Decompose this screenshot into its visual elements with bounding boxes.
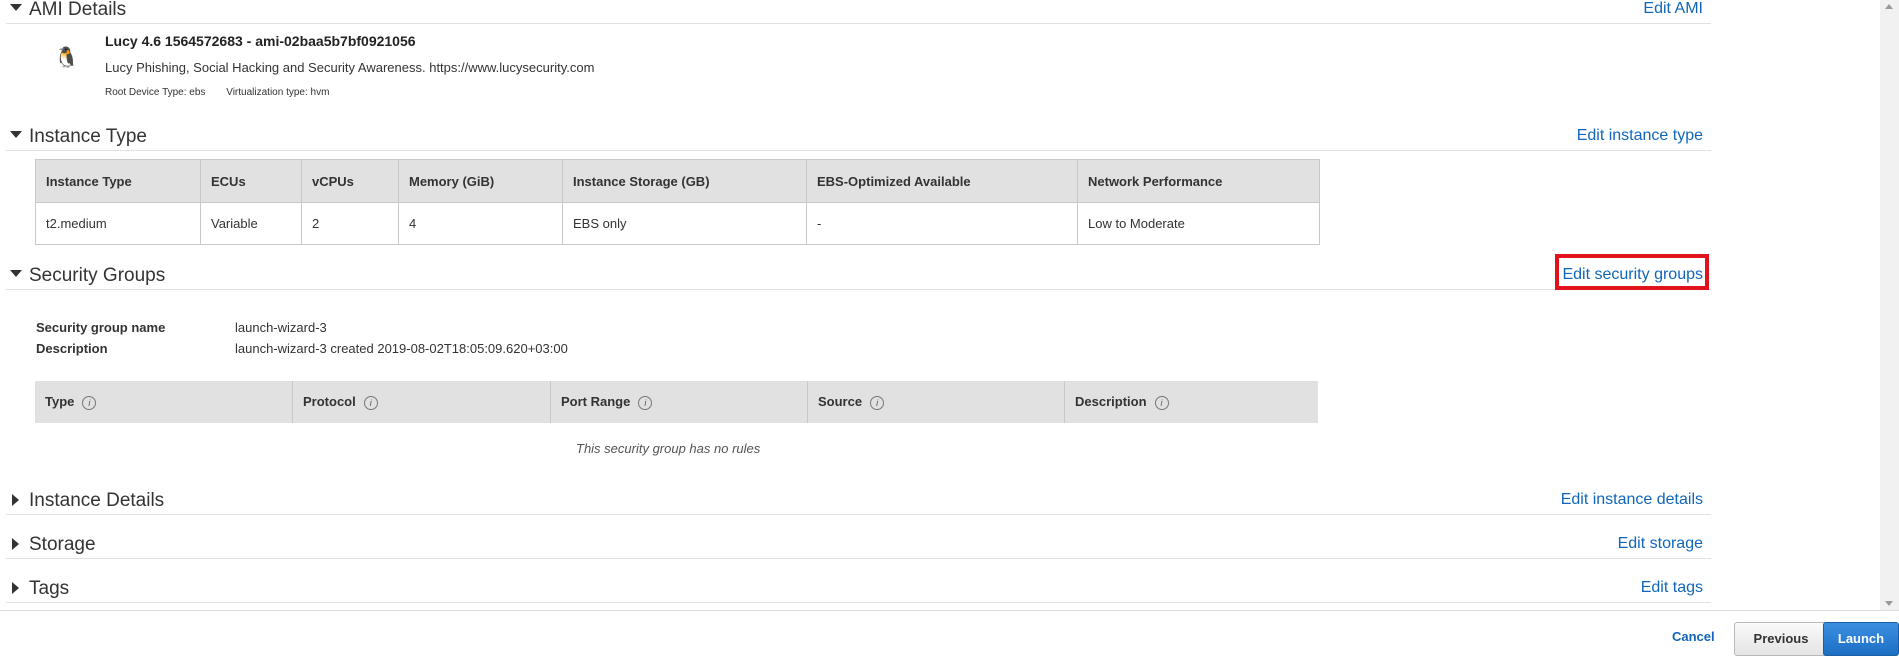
table-row: t2.medium Variable 2 4 EBS only - Low to… (35, 202, 1320, 245)
expand-triangle-icon[interactable] (12, 538, 19, 550)
column-header-description: Description i (1064, 381, 1318, 423)
section-storage: Storage Edit storage (6, 532, 1711, 559)
highlight-box (1555, 254, 1709, 290)
info-icon[interactable]: i (638, 396, 653, 410)
virtualization-type: Virtualization type: hvm (226, 87, 330, 98)
section-title: Instance Type (29, 126, 147, 147)
ami-name: Lucy 4.6 1564572683 - ami-02baa5b7bf0921… (105, 33, 416, 49)
edit-ami-link[interactable]: Edit AMI (1643, 0, 1703, 18)
instance-type-table: Instance Type ECUs vCPUs Memory (GiB) In… (35, 159, 1320, 245)
section-title: Storage (29, 534, 96, 555)
column-header: Instance Storage (GB) (562, 159, 807, 203)
info-icon[interactable]: i (363, 396, 378, 410)
collapse-triangle-icon[interactable] (10, 131, 22, 138)
scroll-down-icon[interactable] (1885, 601, 1893, 606)
security-group-name-row: Security group name launch-wizard-3 (36, 320, 327, 335)
security-group-description-row: Description launch-wizard-3 created 2019-… (36, 341, 568, 356)
section-instance-details: Instance Details Edit instance details (6, 488, 1711, 515)
section-title: Tags (29, 578, 70, 599)
column-header: Network Performance (1077, 159, 1320, 203)
edit-storage-link[interactable]: Edit storage (1618, 535, 1703, 553)
column-header: vCPUs (301, 159, 399, 203)
edit-instance-type-link[interactable]: Edit instance type (1577, 127, 1703, 145)
ami-meta: Root Device Type: ebs Virtualization typ… (105, 87, 347, 98)
linux-penguin-icon: 🐧 (54, 47, 79, 69)
info-icon[interactable]: i (1154, 396, 1169, 410)
security-group-description-value: launch-wizard-3 created 2019-08-02T18:05… (235, 341, 568, 356)
edit-instance-details-link[interactable]: Edit instance details (1561, 491, 1703, 509)
table-cell: Variable (200, 202, 302, 245)
expand-triangle-icon[interactable] (12, 494, 19, 506)
security-group-name-label: Security group name (36, 320, 166, 335)
collapse-triangle-icon[interactable] (10, 4, 22, 11)
scroll-up-icon[interactable] (1885, 4, 1893, 9)
table-header-row: Instance Type ECUs vCPUs Memory (GiB) In… (35, 159, 1320, 203)
table-cell: 4 (398, 202, 563, 245)
cancel-button[interactable]: Cancel (1672, 629, 1715, 644)
footer-bar: Cancel Previous Launch (0, 610, 1899, 667)
section-title: AMI Details (29, 0, 127, 20)
column-header-source: Source i (807, 381, 1065, 423)
column-header: EBS-Optimized Available (806, 159, 1078, 203)
empty-rules-message: This security group has no rules (576, 441, 761, 456)
section-title: Instance Details (29, 490, 165, 511)
previous-button[interactable]: Previous (1734, 622, 1828, 656)
security-group-rules-table: Type i Protocol i Port Range i Source i Desc… (35, 381, 1318, 423)
table-cell: 2 (301, 202, 399, 245)
section-security-groups: Security Groups Edit security groups (6, 263, 1711, 290)
review-content: AMI Details Edit AMI 🐧 Lucy 4.6 15645726… (0, 0, 1880, 610)
section-title: Security Groups (29, 265, 166, 286)
ami-description: Lucy Phishing, Social Hacking and Securi… (105, 60, 595, 75)
vertical-scrollbar[interactable] (1880, 0, 1899, 610)
expand-triangle-icon[interactable] (12, 582, 19, 594)
column-header-protocol: Protocol i (292, 381, 551, 423)
security-group-description-label: Description (36, 341, 108, 356)
column-header-port-range: Port Range i (550, 381, 808, 423)
launch-button[interactable]: Launch (1823, 622, 1899, 656)
table-cell: EBS only (562, 202, 807, 245)
column-header: Memory (GiB) (398, 159, 563, 203)
table-header-row: Type i Protocol i Port Range i Source i Desc… (35, 381, 1318, 423)
column-header: ECUs (200, 159, 302, 203)
table-cell: Low to Moderate (1077, 202, 1320, 245)
section-tags: Tags Edit tags (6, 576, 1711, 603)
root-device-type: Root Device Type: ebs (105, 87, 206, 98)
section-instance-type: Instance Type Edit instance type (6, 124, 1711, 151)
table-cell: t2.medium (35, 202, 201, 245)
info-icon[interactable]: i (82, 396, 97, 410)
edit-tags-link[interactable]: Edit tags (1641, 579, 1703, 597)
table-cell: - (806, 202, 1078, 245)
info-icon[interactable]: i (870, 396, 885, 410)
column-header: Instance Type (35, 159, 201, 203)
security-group-name-value: launch-wizard-3 (235, 320, 327, 335)
section-ami-details: AMI Details Edit AMI (6, 0, 1711, 24)
collapse-triangle-icon[interactable] (10, 270, 22, 277)
column-header-type: Type i (35, 381, 293, 423)
